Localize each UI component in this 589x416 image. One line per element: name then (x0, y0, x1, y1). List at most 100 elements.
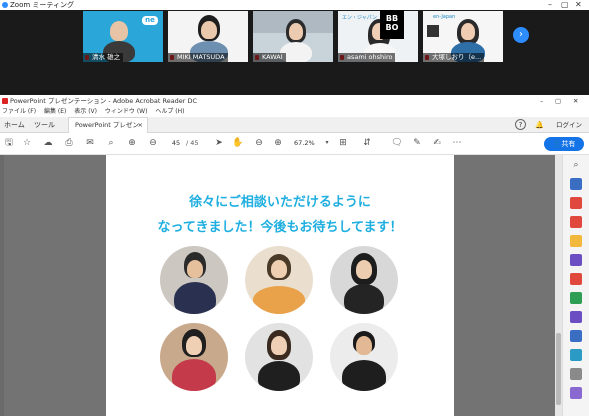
participant-tile[interactable]: ne 清水 雄之 (83, 11, 163, 62)
maximize-icon[interactable]: ▢ (561, 0, 569, 10)
vertical-scrollbar[interactable] (555, 155, 562, 416)
minimize-icon[interactable]: – (548, 0, 552, 10)
hand-tool-icon[interactable]: ✋ (231, 136, 245, 150)
search-icon[interactable]: ⌕ (104, 136, 118, 150)
close-icon[interactable]: ✕ (575, 0, 582, 10)
tile-brand: エン・ジャパン (342, 15, 378, 21)
close-icon[interactable]: ✕ (573, 95, 578, 107)
bell-icon[interactable]: 🔔 (535, 117, 544, 133)
comment-tool-icon[interactable] (570, 235, 582, 247)
select-cursor-icon[interactable]: ➤ (212, 136, 226, 150)
acrobat-window-title: PowerPoint プレゼンテーション - Adobe Acrobat Rea… (10, 97, 198, 105)
zoom-level-select[interactable]: 67.2% (294, 137, 315, 149)
edit-pdf-icon[interactable] (570, 216, 582, 228)
face-shape (356, 336, 372, 355)
menu-file[interactable]: ファイル (F) (2, 108, 36, 115)
face-shape (186, 336, 202, 355)
participant-tile[interactable]: MIKI MATSUDA (168, 11, 248, 62)
shared-screen: PowerPoint プレゼンテーション - Adobe Acrobat Rea… (0, 95, 589, 416)
next-page-icon[interactable]: ⊖ (146, 136, 160, 150)
document-viewer[interactable]: 徐々にご相談いただけるように なってきました！今後もお待ちしてます！ (0, 155, 562, 416)
export-pdf-icon[interactable] (570, 178, 582, 190)
staff-photo (245, 246, 313, 314)
participant-name: 清水 雄之 (83, 53, 124, 62)
zoom-out-icon[interactable]: ⊖ (252, 136, 266, 150)
create-pdf-icon[interactable] (570, 197, 582, 209)
page-number-input[interactable]: 45 (167, 137, 185, 149)
participant-tile[interactable]: エン・ジャパン asami ohshiro (338, 11, 418, 62)
menu-bar: ファイル (F) 編集 (E) 表示 (V) ウィンドウ (W) ヘルプ (H) (0, 107, 589, 117)
more-tools-icon[interactable]: ⋯ (450, 136, 464, 150)
participant-name: 大塚しおり（e... (423, 53, 485, 62)
tab-document[interactable]: PowerPoint プレゼンテ... × (68, 117, 148, 144)
chevron-down-icon[interactable]: ▾ (320, 136, 334, 150)
pdf-page: 徐々にご相談いただけるように なってきました！今後もお待ちしてます！ (106, 155, 454, 416)
menu-window[interactable]: ウィンドウ (W) (105, 108, 148, 115)
participant-name: MIKI MATSUDA (168, 53, 228, 62)
zoom-in-icon[interactable]: ⊕ (271, 136, 285, 150)
scrollbar-thumb[interactable] (556, 333, 561, 405)
tab-bar: ホーム ツール PowerPoint プレゼンテ... × ? 🔔 ログイン (0, 117, 589, 144)
body-shape (342, 360, 386, 391)
help-icon[interactable]: ? (515, 119, 526, 130)
close-tab-icon[interactable]: × (138, 118, 143, 133)
toolbar: 🖫 ☆ ☁ ⎙ ✉ ⌕ ⊕ ⊖ 45 / 45 ➤ ✋ ⊖ ⊕ 67.2% ▾ … (0, 133, 589, 155)
body-shape (174, 282, 216, 314)
maximize-icon[interactable]: ▢ (555, 95, 561, 107)
participant-face (461, 23, 475, 40)
menu-help[interactable]: ヘルプ (H) (155, 108, 184, 115)
email-icon[interactable]: ✉ (83, 136, 97, 150)
print-icon[interactable]: ⎙ (62, 136, 76, 150)
staff-photo (330, 246, 398, 314)
acrobat-icon (2, 98, 8, 104)
star-icon[interactable]: ☆ (20, 136, 34, 150)
qr-code (427, 25, 439, 37)
tab-home[interactable]: ホーム (4, 117, 25, 133)
fit-page-icon[interactable]: ⊞ (336, 136, 350, 150)
share-button[interactable]: 👤共有 (544, 137, 584, 151)
participant-name: asami ohshiro (338, 53, 396, 62)
scroll-mode-icon[interactable]: ⇵ (360, 136, 374, 150)
organize-pages-icon[interactable] (570, 273, 582, 285)
more-tools-icon[interactable] (570, 368, 582, 380)
tab-tools[interactable]: ツール (34, 117, 55, 133)
protect-icon[interactable] (570, 330, 582, 342)
speaker-logo: BB BO (380, 10, 404, 39)
face-shape (271, 336, 287, 355)
staff-photo (160, 323, 228, 391)
staff-photo (245, 323, 313, 391)
comment-icon[interactable]: 🗨 (390, 136, 404, 150)
participant-strip: ne 清水 雄之 MIKI MATSUDA KAWAI エン・ジャパン asam… (0, 10, 589, 95)
menu-view[interactable]: 表示 (V) (74, 108, 97, 115)
acrobat-title-bar: PowerPoint プレゼンテーション - Adobe Acrobat Rea… (0, 95, 589, 107)
face-shape (271, 260, 287, 278)
left-panel-toggle[interactable] (0, 155, 4, 416)
minimize-icon[interactable]: – (540, 95, 543, 107)
prev-page-icon[interactable]: ⊕ (125, 136, 139, 150)
staff-photo (330, 323, 398, 391)
staff-photo (160, 246, 228, 314)
flowers-shape (253, 286, 305, 314)
tools-pane: ⌕ (562, 155, 589, 416)
participant-name: KAWAI (253, 53, 286, 62)
participant-tile[interactable]: en-Japan 大塚しおり（e... (423, 11, 503, 62)
menu-edit[interactable]: 編集 (E) (44, 108, 66, 115)
stamp-icon[interactable] (570, 387, 582, 399)
excel-export-icon[interactable] (570, 292, 582, 304)
fill-sign-icon[interactable] (570, 311, 582, 323)
send-for-signature-icon[interactable] (570, 349, 582, 361)
participant-tile[interactable]: KAWAI (253, 11, 333, 62)
next-participants-button[interactable]: › (513, 27, 529, 43)
pen-icon[interactable]: ✎ (410, 136, 424, 150)
zoom-window-title: Zoom ミーティング (10, 1, 74, 9)
tile-logo: ne (142, 16, 158, 25)
login-link[interactable]: ログイン (556, 117, 582, 133)
participant-face (110, 21, 128, 41)
combine-files-icon[interactable] (570, 254, 582, 266)
slide-line-1: 徐々にご相談いただけるように (189, 195, 371, 210)
save-icon[interactable]: 🖫 (2, 136, 16, 150)
search-icon[interactable]: ⌕ (570, 160, 582, 172)
upload-icon[interactable]: ☁ (41, 136, 55, 150)
face-shape (356, 260, 372, 279)
sign-icon[interactable]: ✍ (430, 136, 444, 150)
